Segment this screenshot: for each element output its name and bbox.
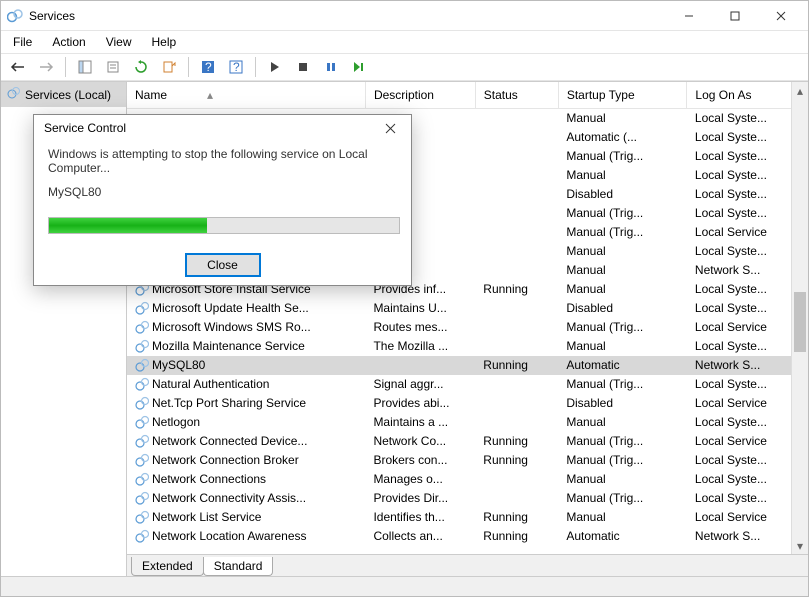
tab-standard[interactable]: Standard bbox=[203, 557, 274, 576]
refresh-button[interactable] bbox=[130, 56, 152, 78]
forward-button[interactable] bbox=[35, 56, 57, 78]
scroll-up-arrow[interactable]: ▴ bbox=[792, 82, 808, 99]
dialog-message: Windows is attempting to stop the follow… bbox=[48, 147, 397, 175]
services-tree-icon bbox=[7, 86, 21, 103]
column-header-name[interactable]: Name▴ bbox=[127, 82, 365, 109]
maximize-button[interactable] bbox=[712, 1, 758, 31]
titlebar[interactable]: Services bbox=[1, 1, 808, 31]
dialog-close-action-button[interactable]: Close bbox=[186, 254, 260, 276]
service-icon bbox=[135, 320, 149, 334]
dialog-titlebar[interactable]: Service Control bbox=[34, 115, 411, 141]
service-icon bbox=[135, 529, 149, 543]
menu-file[interactable]: File bbox=[5, 33, 40, 51]
tree-node-services-local[interactable]: Services (Local) bbox=[1, 82, 126, 107]
service-icon bbox=[135, 415, 149, 429]
service-control-dialog: Service Control Windows is attempting to… bbox=[33, 114, 412, 286]
table-row[interactable]: Mozilla Maintenance ServiceThe Mozilla .… bbox=[127, 337, 808, 356]
scroll-down-arrow[interactable]: ▾ bbox=[792, 537, 808, 554]
services-window: Services File Action View Help ? ? bbox=[0, 0, 809, 597]
progress-bar bbox=[48, 217, 400, 234]
help2-button[interactable]: ? bbox=[225, 56, 247, 78]
tree-node-label: Services (Local) bbox=[25, 88, 111, 102]
column-header-logon[interactable]: Log On As bbox=[687, 82, 808, 109]
tab-extended[interactable]: Extended bbox=[131, 557, 204, 576]
table-row[interactable]: NetlogonMaintains a ...ManualLocal Syste… bbox=[127, 413, 808, 432]
show-hide-tree-button[interactable] bbox=[74, 56, 96, 78]
status-bar bbox=[1, 576, 808, 596]
table-row[interactable]: Network List ServiceIdentifies th...Runn… bbox=[127, 508, 808, 527]
pause-service-button[interactable] bbox=[320, 56, 342, 78]
window-controls bbox=[666, 1, 804, 31]
table-row[interactable]: Network Connectivity Assis...Provides Di… bbox=[127, 489, 808, 508]
service-icon bbox=[135, 453, 149, 467]
stop-service-button[interactable] bbox=[292, 56, 314, 78]
menu-action[interactable]: Action bbox=[44, 33, 93, 51]
restart-service-button[interactable] bbox=[348, 56, 370, 78]
view-tabs: Extended Standard bbox=[127, 554, 808, 576]
minimize-button[interactable] bbox=[666, 1, 712, 31]
dialog-buttons: Close bbox=[34, 245, 411, 285]
dialog-title: Service Control bbox=[40, 121, 375, 135]
column-header-description[interactable]: Description bbox=[365, 82, 475, 109]
close-button[interactable] bbox=[758, 1, 804, 31]
service-icon bbox=[135, 396, 149, 410]
dialog-service-name: MySQL80 bbox=[48, 185, 397, 199]
menu-view[interactable]: View bbox=[98, 33, 140, 51]
service-icon bbox=[135, 358, 149, 372]
column-header-startup[interactable]: Startup Type bbox=[558, 82, 687, 109]
service-icon bbox=[135, 377, 149, 391]
table-row[interactable]: Network Location AwarenessCollects an...… bbox=[127, 527, 808, 546]
properties-button[interactable] bbox=[102, 56, 124, 78]
services-app-icon bbox=[7, 8, 23, 24]
dialog-body: Windows is attempting to stop the follow… bbox=[34, 141, 411, 245]
scroll-thumb[interactable] bbox=[794, 292, 806, 352]
service-icon bbox=[135, 339, 149, 353]
vertical-scrollbar[interactable]: ▴ ▾ bbox=[791, 82, 808, 554]
table-row[interactable]: Network Connected Device...Network Co...… bbox=[127, 432, 808, 451]
service-icon bbox=[135, 301, 149, 315]
back-button[interactable] bbox=[7, 56, 29, 78]
svg-text:?: ? bbox=[233, 60, 240, 74]
dialog-close-button[interactable] bbox=[375, 116, 405, 140]
service-icon bbox=[135, 491, 149, 505]
table-row[interactable]: MySQL80RunningAutomaticNetwork S... bbox=[127, 356, 808, 375]
column-header-status[interactable]: Status bbox=[475, 82, 558, 109]
table-row[interactable]: Natural AuthenticationSignal aggr...Manu… bbox=[127, 375, 808, 394]
service-icon bbox=[135, 510, 149, 524]
service-icon bbox=[135, 434, 149, 448]
menu-bar: File Action View Help bbox=[1, 31, 808, 53]
start-service-button[interactable] bbox=[264, 56, 286, 78]
table-row[interactable]: Microsoft Windows SMS Ro...Routes mes...… bbox=[127, 318, 808, 337]
table-row[interactable]: Microsoft Update Health Se...Maintains U… bbox=[127, 299, 808, 318]
help-button[interactable]: ? bbox=[197, 56, 219, 78]
window-title: Services bbox=[29, 9, 666, 23]
export-button[interactable] bbox=[158, 56, 180, 78]
toolbar: ? ? bbox=[1, 53, 808, 81]
table-row[interactable]: Net.Tcp Port Sharing ServiceProvides abi… bbox=[127, 394, 808, 413]
svg-text:?: ? bbox=[205, 60, 212, 74]
service-icon bbox=[135, 472, 149, 486]
menu-help[interactable]: Help bbox=[144, 33, 185, 51]
table-row[interactable]: Network Connection BrokerBrokers con...R… bbox=[127, 451, 808, 470]
table-row[interactable]: Network ConnectionsManages o...ManualLoc… bbox=[127, 470, 808, 489]
progress-fill bbox=[49, 218, 207, 233]
